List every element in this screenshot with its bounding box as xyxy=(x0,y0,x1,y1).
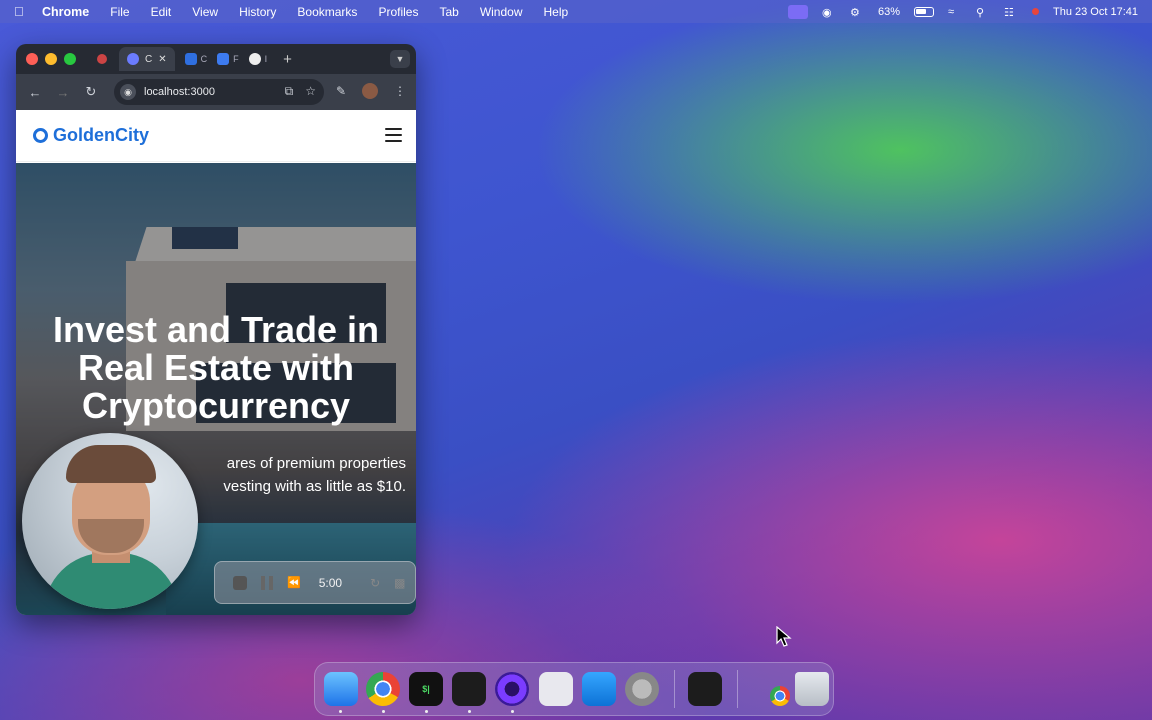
tab-strip: C ✕ C F I + ▼ xyxy=(16,44,416,74)
chrome-menu-icon[interactable]: ⋮ xyxy=(394,84,406,98)
tab-search-chevron-icon[interactable]: ▼ xyxy=(390,50,410,68)
dock-running-indicator xyxy=(425,710,428,713)
dock-separator xyxy=(674,670,675,708)
menu-profiles[interactable]: Profiles xyxy=(378,5,418,19)
menu-view[interactable]: View xyxy=(192,5,218,19)
dock-separator xyxy=(737,670,738,708)
logo-ring-icon xyxy=(33,128,48,143)
trash-icon[interactable]: ▩ xyxy=(394,576,405,590)
control-center-icon[interactable]: ☷ xyxy=(1004,6,1018,19)
battery-icon[interactable] xyxy=(914,6,934,17)
tab-favicon-record[interactable] xyxy=(97,54,107,64)
wifi-icon[interactable]: ≈ xyxy=(948,6,962,18)
webcam-overlay[interactable] xyxy=(22,433,198,609)
trash-bin-icon[interactable] xyxy=(795,672,829,706)
chrome-icon[interactable] xyxy=(366,672,400,706)
battery-percent: 63% xyxy=(877,5,900,18)
restart-icon[interactable]: ↻ xyxy=(370,576,380,590)
tab-active[interactable]: C ✕ xyxy=(119,47,175,71)
rewind-icon[interactable]: ⏪ xyxy=(287,576,301,589)
webcam-person-cap xyxy=(66,445,156,483)
recording-dot-icon[interactable] xyxy=(1032,8,1039,15)
stop-recording-button[interactable] xyxy=(233,575,247,590)
tab-2-title: C xyxy=(200,54,208,64)
search-icon[interactable]: ⚲ xyxy=(976,6,990,19)
menubar-status-area: ◉ ⚙ 63% ≈ ⚲ ☷ Thu 23 Oct 17:41 xyxy=(787,0,1138,23)
cube-icon[interactable]: ◉ xyxy=(822,6,836,19)
tab-3[interactable]: F xyxy=(213,53,239,65)
address-bar[interactable]: ◉ localhost:3000 ⧉ ☆ xyxy=(114,79,324,105)
dock-running-indicator xyxy=(382,710,385,713)
profile-avatar[interactable] xyxy=(362,83,378,99)
github-icon xyxy=(248,53,261,65)
dock-running-indicator xyxy=(468,710,471,713)
mouse-cursor-icon xyxy=(776,626,792,647)
minimize-window-button[interactable] xyxy=(45,53,57,65)
apple-icon[interactable]:  xyxy=(14,4,30,19)
menubar-clock[interactable]: Thu 23 Oct 17:41 xyxy=(1053,6,1138,18)
tab-3-title: F xyxy=(233,54,239,64)
tab-4[interactable]: I xyxy=(245,53,268,65)
hamburger-menu-icon[interactable] xyxy=(385,128,402,142)
menu-bar:  Chrome File Edit View History Bookmark… xyxy=(0,0,1152,23)
menu-file[interactable]: File xyxy=(110,5,129,19)
bookmark-star-icon[interactable]: ☆ xyxy=(305,84,316,99)
tab-favicon-icon xyxy=(127,53,139,65)
tab-3-favicon-icon xyxy=(217,53,230,65)
new-tab-button[interactable]: + xyxy=(283,51,292,68)
screen-share-icon[interactable] xyxy=(787,4,808,19)
menu-history[interactable]: History xyxy=(239,5,276,19)
pause-recording-button[interactable] xyxy=(261,575,273,590)
browser-toolbar: ← → ↻ ◉ localhost:3000 ⧉ ☆ ✎ ⋮ xyxy=(16,74,416,110)
recording-controls: ⏪ 5:00 ↻ ▩ xyxy=(214,561,416,604)
menu-window[interactable]: Window xyxy=(480,5,523,19)
tab-2[interactable]: C xyxy=(181,53,208,65)
menu-edit[interactable]: Edit xyxy=(151,5,172,19)
reload-icon[interactable]: ↻ xyxy=(80,84,102,100)
site-logo[interactable]: GoldenCity xyxy=(53,125,149,146)
menu-bookmarks[interactable]: Bookmarks xyxy=(297,5,357,19)
close-tab-icon[interactable]: ✕ xyxy=(158,54,166,65)
back-arrow-icon[interactable]: ← xyxy=(24,85,46,100)
site-header: GoldenCity xyxy=(16,110,416,162)
dock-running-indicator xyxy=(339,710,342,713)
tab-active-title: C xyxy=(145,53,153,65)
site-info-icon[interactable]: ◉ xyxy=(120,84,136,100)
docker-icon[interactable] xyxy=(582,672,616,706)
url-text[interactable]: localhost:3000 xyxy=(144,86,215,98)
downloads-stack-icon[interactable] xyxy=(770,686,790,706)
system-settings-icon[interactable] xyxy=(625,672,659,706)
close-window-button[interactable] xyxy=(26,53,38,65)
cursor-app-recent-icon[interactable] xyxy=(688,672,722,706)
forward-arrow-icon[interactable]: → xyxy=(52,85,74,100)
menu-tab[interactable]: Tab xyxy=(439,5,458,19)
extensions-puzzle-icon[interactable]: ✎ xyxy=(336,84,346,98)
recording-timer: 5:00 xyxy=(318,575,343,590)
dock-running-indicator xyxy=(511,710,514,713)
menu-help[interactable]: Help xyxy=(544,5,569,19)
cursor-app-icon[interactable] xyxy=(452,672,486,706)
messaging-app-icon[interactable] xyxy=(539,672,573,706)
tab-2-favicon-icon xyxy=(184,53,197,65)
finder-icon[interactable] xyxy=(324,672,358,706)
hero-title: Invest and Trade in Real Estate with Cry… xyxy=(52,309,380,426)
maximize-window-button[interactable] xyxy=(64,53,76,65)
install-app-icon[interactable]: ⧉ xyxy=(285,84,294,99)
menu-app-name[interactable]: Chrome xyxy=(42,5,89,19)
fork-icon[interactable]: ⚙ xyxy=(850,6,864,19)
tab-4-title: I xyxy=(264,54,268,64)
terminal-label: $| xyxy=(422,684,430,694)
tor-browser-icon[interactable] xyxy=(495,672,529,706)
terminal-icon[interactable]: $| xyxy=(409,672,443,706)
